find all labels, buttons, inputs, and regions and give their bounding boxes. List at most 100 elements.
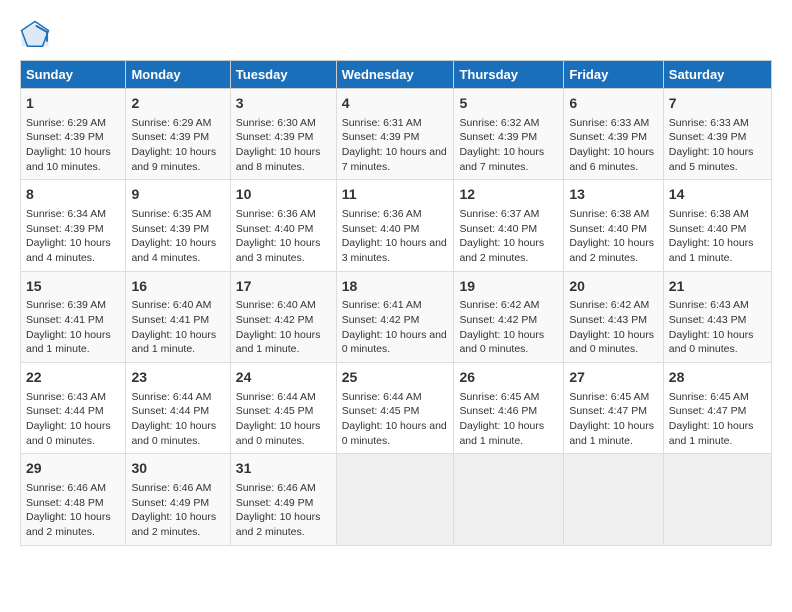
sunset-text: Sunset: 4:39 PM <box>236 130 331 145</box>
day-number: 5 <box>459 94 558 114</box>
day-number: 28 <box>669 368 766 388</box>
day-number: 3 <box>236 94 331 114</box>
sunrise-text: Sunrise: 6:45 AM <box>459 390 558 405</box>
sunrise-text: Sunrise: 6:46 AM <box>236 481 331 496</box>
sunrise-text: Sunrise: 6:35 AM <box>131 207 224 222</box>
calendar-cell <box>663 454 771 545</box>
calendar-cell <box>454 454 564 545</box>
sunrise-text: Sunrise: 6:36 AM <box>236 207 331 222</box>
day-number: 29 <box>26 459 120 479</box>
header-cell-sunday: Sunday <box>21 61 126 89</box>
calendar-cell: 10Sunrise: 6:36 AMSunset: 4:40 PMDayligh… <box>230 180 336 271</box>
sunset-text: Sunset: 4:43 PM <box>569 313 657 328</box>
sunset-text: Sunset: 4:45 PM <box>236 404 331 419</box>
sunrise-text: Sunrise: 6:46 AM <box>131 481 224 496</box>
day-number: 6 <box>569 94 657 114</box>
daylight-text: Daylight: 10 hours and 3 minutes. <box>236 236 331 265</box>
daylight-text: Daylight: 10 hours and 2 minutes. <box>131 510 224 539</box>
day-number: 31 <box>236 459 331 479</box>
header-cell-thursday: Thursday <box>454 61 564 89</box>
header-cell-tuesday: Tuesday <box>230 61 336 89</box>
sunrise-text: Sunrise: 6:42 AM <box>459 298 558 313</box>
calendar-cell: 1Sunrise: 6:29 AMSunset: 4:39 PMDaylight… <box>21 89 126 180</box>
sunset-text: Sunset: 4:47 PM <box>669 404 766 419</box>
calendar-cell: 15Sunrise: 6:39 AMSunset: 4:41 PMDayligh… <box>21 271 126 362</box>
sunset-text: Sunset: 4:39 PM <box>26 222 120 237</box>
day-number: 21 <box>669 277 766 297</box>
daylight-text: Daylight: 10 hours and 1 minute. <box>669 236 766 265</box>
sunset-text: Sunset: 4:40 PM <box>569 222 657 237</box>
sunset-text: Sunset: 4:39 PM <box>669 130 766 145</box>
sunrise-text: Sunrise: 6:40 AM <box>236 298 331 313</box>
daylight-text: Daylight: 10 hours and 0 minutes. <box>26 419 120 448</box>
sunset-text: Sunset: 4:49 PM <box>131 496 224 511</box>
daylight-text: Daylight: 10 hours and 7 minutes. <box>459 145 558 174</box>
daylight-text: Daylight: 10 hours and 0 minutes. <box>131 419 224 448</box>
sunrise-text: Sunrise: 6:33 AM <box>569 116 657 131</box>
day-number: 15 <box>26 277 120 297</box>
calendar-cell: 18Sunrise: 6:41 AMSunset: 4:42 PMDayligh… <box>336 271 454 362</box>
day-number: 4 <box>342 94 449 114</box>
daylight-text: Daylight: 10 hours and 6 minutes. <box>569 145 657 174</box>
sunrise-text: Sunrise: 6:38 AM <box>669 207 766 222</box>
calendar-cell: 14Sunrise: 6:38 AMSunset: 4:40 PMDayligh… <box>663 180 771 271</box>
daylight-text: Daylight: 10 hours and 0 minutes. <box>669 328 766 357</box>
daylight-text: Daylight: 10 hours and 1 minute. <box>569 419 657 448</box>
daylight-text: Daylight: 10 hours and 0 minutes. <box>342 328 449 357</box>
day-number: 22 <box>26 368 120 388</box>
day-number: 16 <box>131 277 224 297</box>
sunset-text: Sunset: 4:41 PM <box>131 313 224 328</box>
sunrise-text: Sunrise: 6:43 AM <box>26 390 120 405</box>
logo <box>20 20 54 50</box>
day-number: 1 <box>26 94 120 114</box>
sunrise-text: Sunrise: 6:45 AM <box>569 390 657 405</box>
logo-icon <box>20 20 50 50</box>
calendar-cell: 9Sunrise: 6:35 AMSunset: 4:39 PMDaylight… <box>126 180 230 271</box>
sunset-text: Sunset: 4:44 PM <box>131 404 224 419</box>
calendar-cell: 22 Sunrise: 6:43 AMSunset: 4:44 PMDayligh… <box>21 363 126 454</box>
day-number: 12 <box>459 185 558 205</box>
sunset-text: Sunset: 4:39 PM <box>131 130 224 145</box>
day-number: 20 <box>569 277 657 297</box>
sunrise-text: Sunrise: 6:46 AM <box>26 481 120 496</box>
day-number: 7 <box>669 94 766 114</box>
day-number: 13 <box>569 185 657 205</box>
sunset-text: Sunset: 4:44 PM <box>26 404 120 419</box>
calendar-cell: 24Sunrise: 6:44 AMSunset: 4:45 PMDayligh… <box>230 363 336 454</box>
day-number: 2 <box>131 94 224 114</box>
calendar-cell: 11Sunrise: 6:36 AMSunset: 4:40 PMDayligh… <box>336 180 454 271</box>
sunset-text: Sunset: 4:45 PM <box>342 404 449 419</box>
calendar-cell: 13Sunrise: 6:38 AMSunset: 4:40 PMDayligh… <box>564 180 663 271</box>
header-row: SundayMondayTuesdayWednesdayThursdayFrid… <box>21 61 772 89</box>
calendar-cell: 29Sunrise: 6:46 AMSunset: 4:48 PMDayligh… <box>21 454 126 545</box>
calendar-cell <box>336 454 454 545</box>
calendar-cell: 31Sunrise: 6:46 AMSunset: 4:49 PMDayligh… <box>230 454 336 545</box>
header-cell-friday: Friday <box>564 61 663 89</box>
day-number: 27 <box>569 368 657 388</box>
calendar-cell: 5Sunrise: 6:32 AMSunset: 4:39 PMDaylight… <box>454 89 564 180</box>
day-number: 18 <box>342 277 449 297</box>
sunrise-text: Sunrise: 6:29 AM <box>26 116 120 131</box>
week-row-3: 15Sunrise: 6:39 AMSunset: 4:41 PMDayligh… <box>21 271 772 362</box>
sunrise-text: Sunrise: 6:39 AM <box>26 298 120 313</box>
daylight-text: Daylight: 10 hours and 1 minute. <box>669 419 766 448</box>
daylight-text: Daylight: 10 hours and 0 minutes. <box>569 328 657 357</box>
sunrise-text: Sunrise: 6:40 AM <box>131 298 224 313</box>
sunrise-text: Sunrise: 6:37 AM <box>459 207 558 222</box>
day-number: 10 <box>236 185 331 205</box>
calendar-cell: 23Sunrise: 6:44 AMSunset: 4:44 PMDayligh… <box>126 363 230 454</box>
sunrise-text: Sunrise: 6:32 AM <box>459 116 558 131</box>
calendar-cell: 26Sunrise: 6:45 AMSunset: 4:46 PMDayligh… <box>454 363 564 454</box>
week-row-4: 22Sunrise: 6:43 AMSunset: 4:44 PMDayligh… <box>21 363 772 454</box>
daylight-text: Daylight: 10 hours and 9 minutes. <box>131 145 224 174</box>
calendar-cell: 17Sunrise: 6:40 AMSunset: 4:42 PMDayligh… <box>230 271 336 362</box>
week-row-2: 8Sunrise: 6:34 AMSunset: 4:39 PMDaylight… <box>21 180 772 271</box>
day-number: 14 <box>669 185 766 205</box>
calendar-cell: 19Sunrise: 6:42 AMSunset: 4:42 PMDayligh… <box>454 271 564 362</box>
sunset-text: Sunset: 4:42 PM <box>342 313 449 328</box>
sunrise-text: Sunrise: 6:29 AM <box>131 116 224 131</box>
sunset-text: Sunset: 4:41 PM <box>26 313 120 328</box>
calendar-cell: 3Sunrise: 6:30 AMSunset: 4:39 PMDaylight… <box>230 89 336 180</box>
daylight-text: Daylight: 10 hours and 0 minutes. <box>342 419 449 448</box>
sunset-text: Sunset: 4:47 PM <box>569 404 657 419</box>
